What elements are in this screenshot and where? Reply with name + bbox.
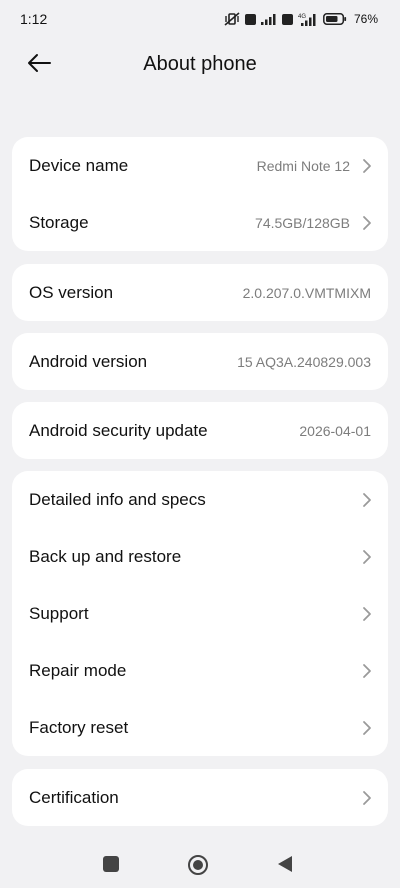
chevron-right-icon: [362, 158, 372, 174]
navigation-bar: [0, 838, 400, 888]
repair-mode-row[interactable]: Repair mode: [12, 642, 388, 699]
os-version-card: OS version 2.0.207.0.VMTMIXM: [12, 264, 388, 321]
signal-icon: [260, 13, 277, 25]
status-icons: 4G 76%: [224, 10, 378, 28]
device-name-row[interactable]: Device name Redmi Note 12: [12, 137, 388, 194]
chevron-right-icon: [362, 215, 372, 231]
device-name-label: Device name: [29, 155, 129, 175]
backup-restore-label: Back up and restore: [29, 546, 182, 566]
android-version-label: Android version: [29, 351, 148, 371]
backup-restore-row[interactable]: Back up and restore: [12, 528, 388, 585]
chevron-right-icon: [362, 549, 372, 565]
about-phone-screen: 1:12 4G 76% About phone Device name Redm…: [0, 0, 400, 888]
device-card: Device name Redmi Note 12 Storage 74.5GB…: [12, 137, 388, 251]
volte-badge-icon: [281, 13, 293, 25]
device-name-value: Redmi Note 12: [256, 157, 350, 174]
header: About phone: [0, 40, 400, 90]
status-bar: 1:12 4G 76%: [0, 0, 400, 40]
detailed-info-row[interactable]: Detailed info and specs: [12, 471, 388, 528]
os-version-row[interactable]: OS version 2.0.207.0.VMTMIXM: [12, 264, 388, 321]
certification-label: Certification: [29, 787, 119, 807]
status-time: 1:12: [20, 11, 48, 27]
home-circle-icon[interactable]: [187, 854, 209, 876]
certification-card: Certification: [12, 769, 388, 826]
svg-text:4G: 4G: [298, 14, 306, 20]
chevron-right-icon: [362, 790, 372, 806]
android-version-row[interactable]: Android version 15 AQ3A.240829.003: [12, 333, 388, 390]
security-update-card: Android security update 2026-04-01: [12, 402, 388, 459]
storage-row[interactable]: Storage 74.5GB/128GB: [12, 194, 388, 251]
battery-icon: [323, 13, 347, 25]
factory-reset-label: Factory reset: [29, 717, 129, 737]
support-row[interactable]: Support: [12, 585, 388, 642]
certification-row[interactable]: Certification: [12, 769, 388, 826]
page-title: About phone: [143, 53, 257, 75]
volte-badge-icon: [244, 13, 256, 25]
os-version-value: 2.0.207.0.VMTMIXM: [242, 284, 371, 301]
factory-reset-row[interactable]: Factory reset: [12, 699, 388, 756]
storage-value: 74.5GB/128GB: [255, 214, 350, 231]
battery-percentage: 76%: [353, 12, 378, 26]
4g-signal-icon: 4G: [298, 12, 318, 26]
security-update-row[interactable]: Android security update 2026-04-01: [12, 402, 388, 459]
chevron-right-icon: [362, 720, 372, 736]
chevron-right-icon: [362, 663, 372, 679]
chevron-right-icon: [362, 492, 372, 508]
os-version-label: OS version: [29, 282, 114, 302]
android-version-value: 15 AQ3A.240829.003: [237, 353, 371, 370]
security-update-label: Android security update: [29, 420, 208, 440]
vibrate-off-icon: [224, 12, 240, 26]
more-options-card: Detailed info and specs Back up and rest…: [12, 471, 388, 756]
detailed-info-label: Detailed info and specs: [29, 489, 206, 509]
chevron-right-icon: [362, 606, 372, 622]
back-triangle-icon[interactable]: [276, 854, 294, 874]
android-version-card: Android version 15 AQ3A.240829.003: [12, 333, 388, 390]
support-label: Support: [29, 603, 89, 623]
security-update-value: 2026-04-01: [299, 422, 371, 439]
storage-label: Storage: [29, 212, 89, 232]
repair-mode-label: Repair mode: [29, 660, 127, 680]
recents-square-icon[interactable]: [103, 856, 119, 872]
